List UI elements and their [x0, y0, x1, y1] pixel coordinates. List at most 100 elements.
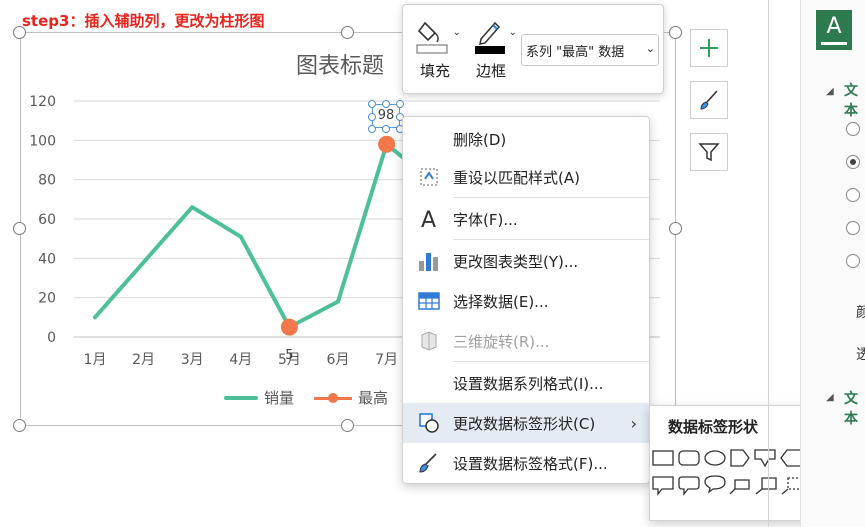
x-tick-label: 7月 [375, 352, 398, 368]
series-marker-max[interactable] [280, 318, 298, 336]
radio-option-5[interactable] [846, 254, 860, 268]
text-options-tab[interactable]: A [816, 10, 852, 50]
series-line-sales[interactable] [93, 142, 438, 330]
chart-filters-button[interactable] [690, 133, 728, 171]
panel-divider [768, 0, 769, 527]
chart-styles-button[interactable] [690, 81, 728, 119]
chart-legend[interactable]: 销量 最高 [224, 387, 388, 408]
data-label-handle[interactable] [396, 100, 404, 108]
menu-item-change-chart-type[interactable]: 更改图表类型(Y)... [403, 241, 649, 281]
menu-item-format-series[interactable]: 设置数据系列格式(I)... [403, 363, 649, 403]
context-menu: 删除(D) 重设以匹配样式(A) A 字体(F)... 更改图表类型(Y)...… [402, 116, 650, 484]
data-label-handle[interactable] [368, 100, 376, 108]
fill-label: 填充 [419, 62, 450, 80]
menu-item-delete[interactable]: 删除(D) [403, 119, 649, 159]
y-tick-label: 100 [29, 133, 56, 149]
legend-label-max: 最高 [358, 389, 389, 407]
y-tick-label: 0 [47, 330, 56, 346]
radio-option-4[interactable] [846, 221, 860, 235]
x-tick-label: 3月 [181, 352, 204, 368]
data-label-min[interactable]: 5 [285, 348, 293, 363]
chart-type-icon [419, 253, 438, 271]
menu-item-change-label-shape[interactable]: 更改数据标签形状(C) › [403, 403, 649, 443]
menu-item-label: 选择数据(E)... [453, 292, 549, 311]
color-label: 颜 [856, 305, 865, 321]
chevron-down-icon: ⌄ [645, 42, 655, 55]
x-tick-label: 1月 [84, 352, 107, 368]
menu-item-3d-rotation: 三维旋转(R)... [403, 321, 649, 361]
shape-arrow-left[interactable] [780, 449, 802, 467]
data-label-handle[interactable] [382, 125, 390, 133]
transparency-label: 透 [856, 347, 865, 363]
shape-arrow-right[interactable] [730, 449, 750, 467]
y-tick-label: 20 [38, 291, 56, 307]
data-label-handle[interactable] [368, 113, 376, 121]
menu-item-label: 三维旋转(R)... [453, 332, 550, 351]
y-tick-label: 40 [38, 251, 56, 267]
series-marker-max[interactable] [378, 135, 396, 153]
collapse-triangle-icon[interactable]: ◢ [826, 392, 834, 403]
radio-option-3[interactable] [846, 188, 860, 202]
chart-elements-button[interactable] [690, 29, 728, 67]
shape-callout-dashed1[interactable] [781, 477, 803, 495]
shape-rounded-rectangle[interactable] [678, 450, 700, 466]
menu-item-label: 更改图表类型(Y)... [453, 252, 579, 271]
brush-icon [700, 90, 718, 110]
menu-item-label: 设置数据标签格式(F)... [453, 454, 608, 473]
y-tick-label: 120 [29, 94, 56, 110]
series-select[interactable]: 系列 "最高" 数据 ⌄ [521, 34, 659, 66]
font-icon: A [421, 208, 436, 231]
menu-item-label: 重设以匹配样式(A) [453, 168, 580, 187]
reset-style-icon [420, 168, 438, 186]
shape-rectangle[interactable] [652, 450, 674, 466]
legend-swatch-sales [224, 395, 258, 400]
shape-callout-rect[interactable] [652, 476, 674, 496]
shape-callout-line2[interactable] [755, 477, 777, 495]
chevron-right-icon: › [630, 413, 637, 433]
menu-item-select-data[interactable]: 选择数据(E)... [403, 281, 649, 321]
menu-item-reset-style[interactable]: 重设以匹配样式(A) [403, 157, 649, 197]
chevron-down-icon: ⌄ [452, 27, 461, 38]
y-tick-label: 80 [38, 173, 56, 189]
data-label-handle[interactable] [368, 125, 376, 133]
plus-icon [700, 39, 718, 57]
text-fill-icon: A [826, 14, 842, 39]
3d-rotation-icon [421, 331, 437, 351]
legend-label-sales: 销量 [264, 389, 295, 407]
x-tick-label: 6月 [327, 352, 350, 368]
legend-swatch-max [314, 391, 353, 405]
radio-option-2[interactable] [846, 155, 860, 169]
outline-pen-icon [475, 21, 505, 54]
menu-item-font[interactable]: A 字体(F)... [403, 199, 649, 239]
x-tick-label: 2月 [132, 352, 155, 368]
chevron-down-icon: ⌄ [508, 27, 517, 38]
outline-label: 边框 [475, 62, 506, 80]
collapse-triangle-icon[interactable]: ◢ [826, 86, 834, 97]
format-mini-toolbar: ⌄ 填充 ⌄ 边框 系列 "最高" 数据 ⌄ [402, 4, 664, 94]
select-data-icon [418, 292, 440, 310]
section-heading-text-outline[interactable]: 文本 [844, 388, 865, 428]
menu-item-label: 字体(F)... [453, 210, 518, 229]
menu-item-format-data-labels[interactable]: 设置数据标签格式(F)... [403, 443, 649, 483]
menu-item-label: 更改数据标签形状(C) [453, 414, 596, 433]
shape-callout-line1[interactable] [729, 479, 750, 495]
shape-arrow-down[interactable] [754, 449, 776, 468]
menu-item-label: 设置数据系列格式(I)... [453, 374, 604, 393]
shape-callout-oval[interactable] [704, 475, 726, 494]
section-heading-text-fill[interactable]: 文本 [844, 80, 865, 120]
filter-icon [698, 143, 720, 162]
shape-callout-rounded[interactable] [678, 476, 700, 496]
outline-button[interactable]: ⌄ 边框 [467, 13, 517, 85]
menu-item-label: 删除(D) [453, 130, 507, 149]
x-tick-label: 4月 [229, 352, 252, 368]
label-shape-icon [419, 413, 439, 433]
shape-oval[interactable] [704, 450, 726, 466]
svg-text:A: A [421, 208, 436, 231]
data-label-handle[interactable] [382, 100, 390, 108]
format-brush-icon [419, 453, 437, 473]
fill-button[interactable]: ⌄ 填充 [411, 13, 461, 85]
radio-option-1[interactable] [846, 122, 860, 136]
series-select-value: 系列 "最高" 数据 [526, 45, 625, 60]
fill-bucket-icon [416, 21, 448, 54]
y-tick-label: 60 [38, 212, 56, 228]
